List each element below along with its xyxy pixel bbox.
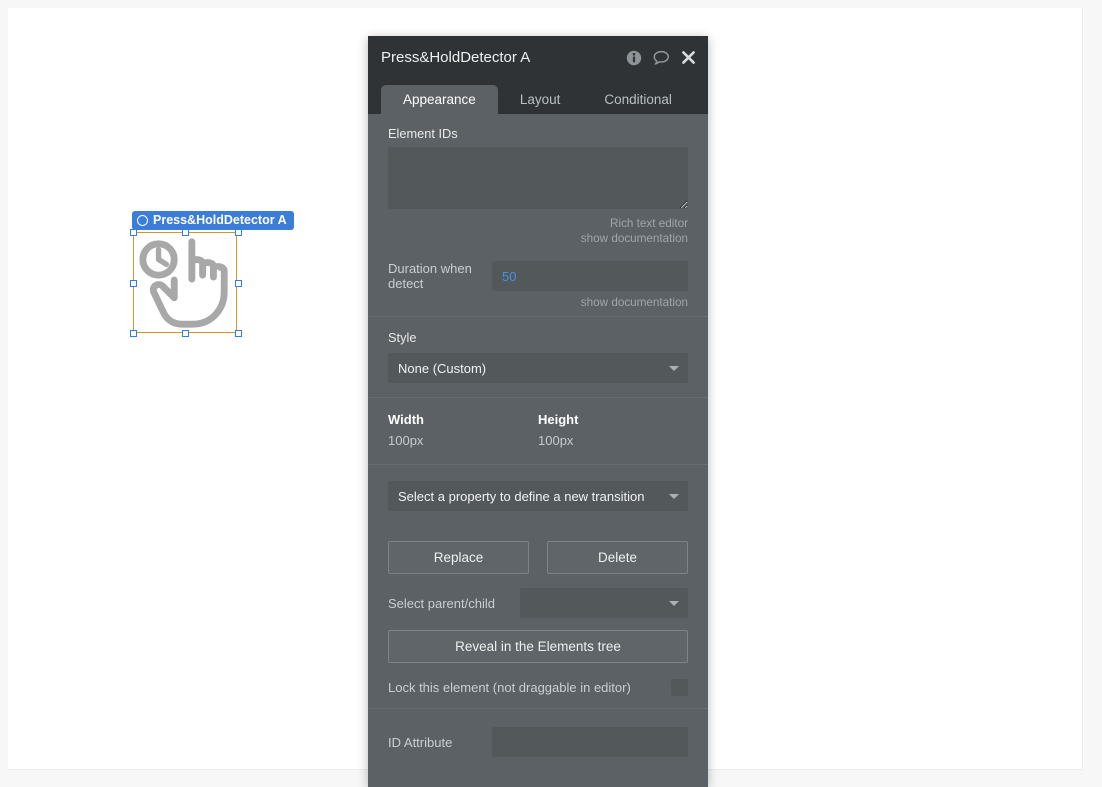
tab-layout[interactable]: Layout (498, 85, 583, 114)
parent-child-label: Select parent/child (388, 595, 495, 611)
style-dropdown[interactable]: None (Custom) (388, 353, 688, 383)
element-name-badge-label: Press&HoldDetector A (153, 213, 287, 228)
parent-child-row: Select parent/child (388, 588, 688, 618)
tab-appearance[interactable]: Appearance (381, 85, 498, 114)
duration-documentation-link[interactable]: show documentation (388, 295, 688, 310)
lock-row: Lock this element (not draggable in edit… (388, 679, 688, 696)
tab-conditional-label: Conditional (604, 92, 672, 107)
transition-dropdown-value: Select a property to define a new transi… (398, 488, 645, 504)
section-lock: Lock this element (not draggable in edit… (368, 671, 708, 708)
close-icon[interactable] (681, 50, 696, 65)
panel-title: Press&HoldDetector A (381, 49, 531, 66)
reveal-button-label: Reveal in the Elements tree (455, 639, 621, 654)
delete-button-label: Delete (597, 550, 638, 565)
id-attribute-row: ID Attribute (388, 727, 688, 757)
width-label: Width (388, 412, 424, 427)
resize-handle-n[interactable] (182, 229, 189, 236)
circle-icon (137, 215, 148, 226)
duration-hint: show documentation (388, 295, 688, 310)
reveal-in-elements-tree-button[interactable]: Reveal in the Elements tree (388, 630, 688, 663)
duration-input[interactable] (492, 261, 688, 291)
section-id-attribute: ID Attribute (368, 708, 708, 775)
resize-handle-sw[interactable] (130, 330, 137, 337)
tab-appearance-label: Appearance (403, 92, 476, 107)
section-reveal: Reveal in the Elements tree (368, 624, 708, 671)
panel-header: Press&HoldDetector A (368, 36, 708, 79)
info-icon[interactable] (626, 50, 642, 66)
height-label: Height (538, 412, 579, 427)
replace-button[interactable]: Replace (388, 541, 529, 574)
section-actions: Replace Delete (368, 527, 708, 582)
lock-label: Lock this element (not draggable in edit… (388, 680, 631, 695)
element-ids-label: Element IDs (388, 126, 458, 141)
element-ids-hints: Rich text editor show documentation (388, 216, 688, 246)
lock-checkbox[interactable] (671, 679, 688, 696)
comment-icon[interactable] (653, 50, 670, 66)
chevron-down-icon (669, 494, 679, 499)
resize-handle-ne[interactable] (235, 229, 242, 236)
style-dropdown-value: None (Custom) (398, 360, 487, 376)
width-value: 100px (388, 433, 424, 448)
duration-row: Duration when detect (388, 261, 688, 291)
delete-button[interactable]: Delete (547, 541, 688, 574)
element-ids-documentation-link[interactable]: show documentation (388, 231, 688, 246)
panel-tabs: Appearance Layout Conditional (368, 79, 708, 114)
width-group: Width 100px (388, 412, 538, 448)
transition-dropdown[interactable]: Select a property to define a new transi… (388, 481, 688, 511)
tab-layout-label: Layout (519, 92, 561, 107)
id-attribute-input[interactable] (492, 727, 688, 757)
section-parent-child: Select parent/child (368, 582, 708, 624)
element-ids-input[interactable] (388, 147, 688, 209)
press-and-hold-hand-clock-icon (139, 238, 228, 328)
duration-label: Duration when detect (388, 261, 472, 291)
action-button-row: Replace Delete (388, 541, 688, 574)
height-value: 100px (538, 433, 574, 448)
panel-header-actions (626, 50, 696, 66)
resize-handle-w[interactable] (130, 280, 137, 287)
height-group: Height 100px (538, 412, 688, 448)
section-dimensions: Width 100px Height 100px (368, 397, 708, 464)
replace-button-label: Replace (433, 550, 484, 565)
style-label: Style (388, 330, 417, 345)
parent-child-dropdown[interactable] (520, 588, 688, 618)
tab-conditional[interactable]: Conditional (582, 85, 694, 114)
resize-handle-e[interactable] (235, 280, 242, 287)
element-name-badge[interactable]: Press&HoldDetector A (132, 211, 294, 230)
id-attribute-label: ID Attribute (388, 734, 453, 750)
section-element-ids: Element IDs Rich text editor show docume… (368, 114, 708, 257)
section-transition: Select a property to define a new transi… (368, 464, 708, 527)
property-editor-panel: Press&HoldDetector A Appearance Layout C… (368, 36, 708, 787)
resize-handle-nw[interactable] (130, 229, 137, 236)
resize-handle-se[interactable] (235, 330, 242, 337)
section-style: Style None (Custom) (368, 316, 708, 397)
app-root: Press&HoldDetector A Press&HoldDetector … (0, 0, 1102, 787)
chevron-down-icon (669, 601, 679, 606)
panel-body: Element IDs Rich text editor show docume… (368, 114, 708, 775)
chevron-down-icon (669, 366, 679, 371)
rich-text-editor-hint: Rich text editor (610, 217, 688, 230)
element-preview-box[interactable] (133, 232, 237, 333)
resize-handle-s[interactable] (182, 330, 189, 337)
section-duration: Duration when detect show documentation (368, 257, 708, 316)
